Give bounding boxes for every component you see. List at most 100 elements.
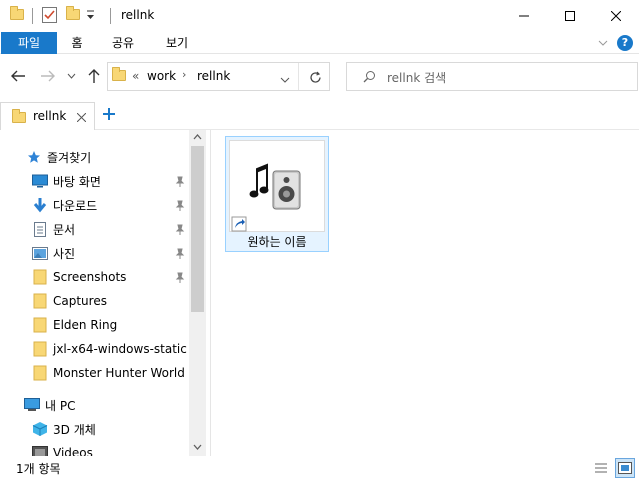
videos-icon [32, 445, 48, 456]
address-dropdown-icon[interactable] [280, 73, 290, 87]
pin-icon[interactable] [175, 200, 185, 212]
address-overflow[interactable]: « [132, 69, 139, 83]
3d-objects-icon [32, 421, 48, 437]
sidebar-item-videos[interactable]: Videos [32, 442, 93, 456]
help-icon[interactable]: ? [617, 35, 633, 51]
sidebar-item-label: 사진 [53, 246, 76, 261]
pin-icon[interactable] [175, 272, 185, 284]
sidebar-item-label: Monster Hunter World [53, 366, 185, 380]
pin-icon[interactable] [175, 248, 185, 260]
minimize-button[interactable] [501, 0, 547, 32]
scrollbar-thumb[interactable] [191, 146, 204, 312]
ribbon-tab-file[interactable]: 파일 [1, 32, 57, 54]
address-bar[interactable]: « work › rellnk [107, 62, 330, 91]
folder-icon [32, 269, 48, 285]
sidebar-item-captures[interactable]: Captures [32, 290, 107, 312]
sidebar-item-3d-objects[interactable]: 3D 개체 [32, 418, 96, 440]
scroll-down-icon[interactable] [193, 444, 202, 450]
forward-button[interactable] [38, 66, 58, 86]
folder-icon [32, 341, 48, 357]
title-bar: rellnk [0, 0, 639, 32]
sidebar-this-pc[interactable]: 내 PC [24, 394, 75, 416]
tab-folder-icon [12, 109, 26, 123]
close-icon [611, 11, 621, 21]
refresh-button[interactable] [302, 66, 328, 88]
properties-icon[interactable] [42, 7, 57, 23]
sidebar-item-label: Screenshots [53, 270, 127, 284]
breadcrumb-work[interactable]: work [147, 69, 176, 83]
minimize-icon [519, 15, 529, 17]
up-button[interactable] [84, 66, 104, 86]
tab-label: rellnk [33, 109, 67, 123]
breadcrumb-separator-icon[interactable]: › [182, 68, 186, 81]
file-name[interactable]: 원하는 이름 [226, 233, 328, 250]
maximize-icon [565, 11, 575, 21]
ribbon-tab-home[interactable]: 홈 [63, 32, 91, 54]
sidebar-item-label: Elden Ring [53, 318, 118, 332]
back-button[interactable] [8, 66, 28, 86]
sidebar-item-documents[interactable]: 문서 [32, 218, 75, 240]
pictures-icon [32, 245, 48, 261]
window-title: rellnk [121, 8, 155, 22]
download-icon [32, 197, 48, 213]
sidebar-quick-access[interactable]: 즐겨찾기 [26, 146, 91, 168]
search-icon [363, 70, 376, 86]
scroll-up-icon[interactable] [193, 134, 202, 140]
status-bar: 1개 항목 [0, 456, 639, 480]
sidebar-item-jxl[interactable]: jxl-x64-windows-static [32, 338, 187, 360]
tab-bar: rellnk [0, 98, 639, 130]
search-box[interactable]: rellnk 검색 [346, 62, 638, 91]
large-icons-view-button[interactable] [615, 458, 635, 478]
file-thumbnail [229, 140, 325, 232]
breadcrumb-rellnk[interactable]: rellnk [197, 69, 230, 83]
pin-icon[interactable] [175, 224, 185, 236]
new-folder-icon[interactable] [66, 6, 80, 20]
folder-icon [32, 365, 48, 381]
close-button[interactable] [593, 0, 639, 32]
sidebar-this-pc-label: 내 PC [45, 398, 76, 413]
sidebar-scrollbar[interactable] [189, 130, 206, 456]
item-count: 1개 항목 [16, 462, 61, 476]
sidebar-item-label: Captures [53, 294, 107, 308]
maximize-button[interactable] [547, 0, 593, 32]
audio-shortcut-icon [231, 163, 301, 232]
sidebar-item-label: 다운로드 [53, 198, 98, 213]
sidebar-item-downloads[interactable]: 다운로드 [32, 194, 97, 216]
ribbon-tab-view[interactable]: 보기 [157, 32, 197, 54]
title-separator [110, 8, 111, 24]
sidebar-item-monster-hunter[interactable]: Monster Hunter World [32, 362, 185, 384]
recent-locations-button[interactable] [64, 66, 78, 86]
details-view-icon [595, 463, 607, 473]
star-icon [26, 149, 42, 165]
ribbon-tab-share[interactable]: 공유 [103, 32, 143, 54]
search-input[interactable]: rellnk 검색 [387, 69, 446, 86]
sidebar-item-desktop[interactable]: 바탕 화면 [32, 170, 101, 192]
sidebar-item-pictures[interactable]: 사진 [32, 242, 75, 264]
desktop-icon [32, 173, 48, 189]
sidebar-item-elden-ring[interactable]: Elden Ring [32, 314, 117, 336]
sidebar-item-label: 바탕 화면 [53, 174, 101, 189]
sidebar-item-screenshots[interactable]: Screenshots [32, 266, 126, 288]
folder-icon [32, 293, 48, 309]
chevron-down-icon [67, 73, 75, 79]
navigation-pane: 즐겨찾기 바탕 화면 다운로드 문서 사진 Screenshots Captur… [0, 130, 188, 456]
computer-icon [24, 397, 40, 413]
sidebar-item-label: jxl-x64-windows-static [53, 342, 187, 356]
file-item[interactable]: 원하는 이름 [225, 136, 329, 252]
customize-toolbar-icon[interactable] [86, 9, 95, 21]
ribbon-tabs: 파일 홈 공유 보기 ? [0, 32, 639, 54]
address-folder-icon [112, 67, 126, 81]
back-arrow-icon [11, 70, 25, 82]
refresh-icon [309, 71, 321, 83]
pin-icon[interactable] [175, 176, 185, 188]
tab-rellnk[interactable]: rellnk [0, 102, 95, 130]
sidebar-item-label: 3D 개체 [53, 422, 96, 437]
up-arrow-icon [88, 69, 100, 83]
folder-icon [32, 317, 48, 333]
expand-ribbon-icon[interactable] [597, 37, 609, 49]
tab-close-icon[interactable] [76, 111, 87, 125]
quick-access-separator [32, 8, 33, 24]
details-view-button[interactable] [592, 459, 610, 477]
new-tab-icon[interactable] [103, 108, 115, 123]
sidebar-quick-access-label: 즐겨찾기 [47, 150, 92, 165]
